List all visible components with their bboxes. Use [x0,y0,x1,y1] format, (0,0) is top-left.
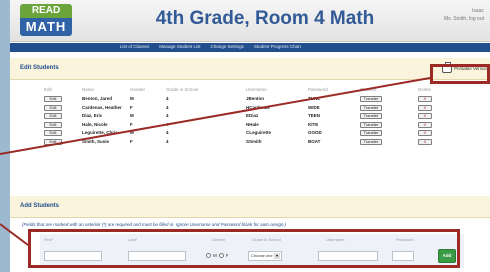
header: READ MATH 4th Grade, Room 4 Math Isaac M… [10,0,490,42]
transfer-button[interactable]: Transfer [360,104,382,111]
student-password: WIDE [308,104,320,110]
student-name: Benton, Jared [82,96,113,101]
student-name: Cardenas, Heather [82,104,122,110]
student-password: TEEN [308,113,321,118]
column-header: Password [308,87,328,92]
student-username: HCardenas [246,104,270,110]
nav-link-progress-chart[interactable]: Student Progress Chart [254,44,301,49]
student-name: Diaz, Eric [82,113,103,118]
transfer-button[interactable]: Transfer [360,121,382,128]
student-grade: 4 [166,121,169,127]
column-header: Name [82,87,95,92]
delete-button[interactable]: X [418,121,432,128]
edit-button[interactable]: Edit [44,121,62,128]
student-password: KITE [308,121,319,127]
edit-button[interactable]: Edit [44,138,62,145]
column-header: Username [246,87,267,92]
delete-button[interactable]: X [418,113,432,119]
transfer-button[interactable]: Transfer [360,138,382,145]
table-header-row: Edit Name Gender Grade in School Usernam… [38,86,452,95]
student-gender: M [130,96,134,101]
student-username: CLeguirette [246,130,272,135]
transfer-button[interactable]: Transfer [360,130,382,136]
student-gender: F [130,138,133,144]
student-grade: 4 [166,113,169,118]
edit-button[interactable]: Edit [44,96,62,102]
edit-button[interactable]: Edit [44,104,62,111]
student-gender: M [130,130,134,135]
students-table: Edit Name Gender Grade in School Usernam… [38,86,452,146]
callout-add-students [28,229,460,268]
student-username: SSmith [246,138,262,144]
column-header: Transfer [360,87,377,92]
logo-top-text: READ [20,4,72,18]
add-students-header: Add Students [10,196,490,218]
student-grade: 4 [166,104,169,110]
user-name: Isaac [472,8,484,14]
student-gender: F [130,121,133,127]
column-header: Edit [44,87,52,92]
table-row: Edit Diaz, Eric M 4 EDiaz TEEN Transfer … [38,112,452,121]
edit-button[interactable]: Edit [44,113,62,119]
student-name: Leguirette, Chris [82,130,118,135]
callout-printable-version [430,64,490,84]
logo[interactable]: READ MATH [20,4,72,38]
required-fields-note: (Fields that are marked with an asterisk… [22,222,287,227]
student-password: BOAT [308,138,321,144]
table-row: Edit Hale, Nicole F 4 NHale KITE Transfe… [38,121,452,130]
student-grade: 4 [166,130,169,135]
transfer-button[interactable]: Transfer [360,113,382,119]
delete-button[interactable]: X [418,96,432,102]
student-name: Hale, Nicole [82,121,108,127]
column-header: Gender [130,87,146,92]
delete-button[interactable]: X [418,104,432,111]
table-row: Edit Benton, Jared M 4 JBenton TUNE Tran… [38,95,452,104]
delete-button[interactable]: X [418,130,432,136]
table-row: Edit Smith, Susie F 4 SSmith BOAT Transf… [38,138,452,147]
logout-link[interactable]: Ms. Smith, log out [444,16,484,22]
edit-students-title: Edit Students [20,65,59,71]
nav-link-classes[interactable]: List of Classes [120,44,149,49]
nav-link-manage-students[interactable]: Manage Student List [159,44,200,49]
student-password: GOOD [308,130,322,135]
page-title: 4th Grade, Room 4 Math [155,8,375,29]
student-grade: 4 [166,96,169,101]
table-row: Edit Leguirette, Chris M 4 CLeguirette G… [38,129,452,138]
student-password: TUNE [308,96,321,101]
student-username: EDiaz [246,113,259,118]
delete-button[interactable]: X [418,138,432,145]
column-header: Delete [418,87,432,92]
transfer-button[interactable]: Transfer [360,96,382,102]
student-username: NHale [246,121,259,127]
student-grade: 4 [166,138,169,144]
student-gender: M [130,113,134,118]
edit-students-header: Edit Students Printable Version [10,58,490,80]
table-row: Edit Cardenas, Heather F 4 HCardenas WID… [38,104,452,113]
column-header: Grade in School [166,87,199,92]
nav-link-settings[interactable]: Change Settings [211,44,244,49]
student-name: Smith, Susie [82,138,110,144]
nav-bar: List of Classes Manage Student List Chan… [10,43,490,52]
edit-button[interactable]: Edit [44,130,62,136]
add-students-title: Add Students [20,203,59,209]
logo-bottom-text: MATH [20,18,72,36]
student-gender: F [130,104,133,110]
student-username: JBenton [246,96,264,101]
